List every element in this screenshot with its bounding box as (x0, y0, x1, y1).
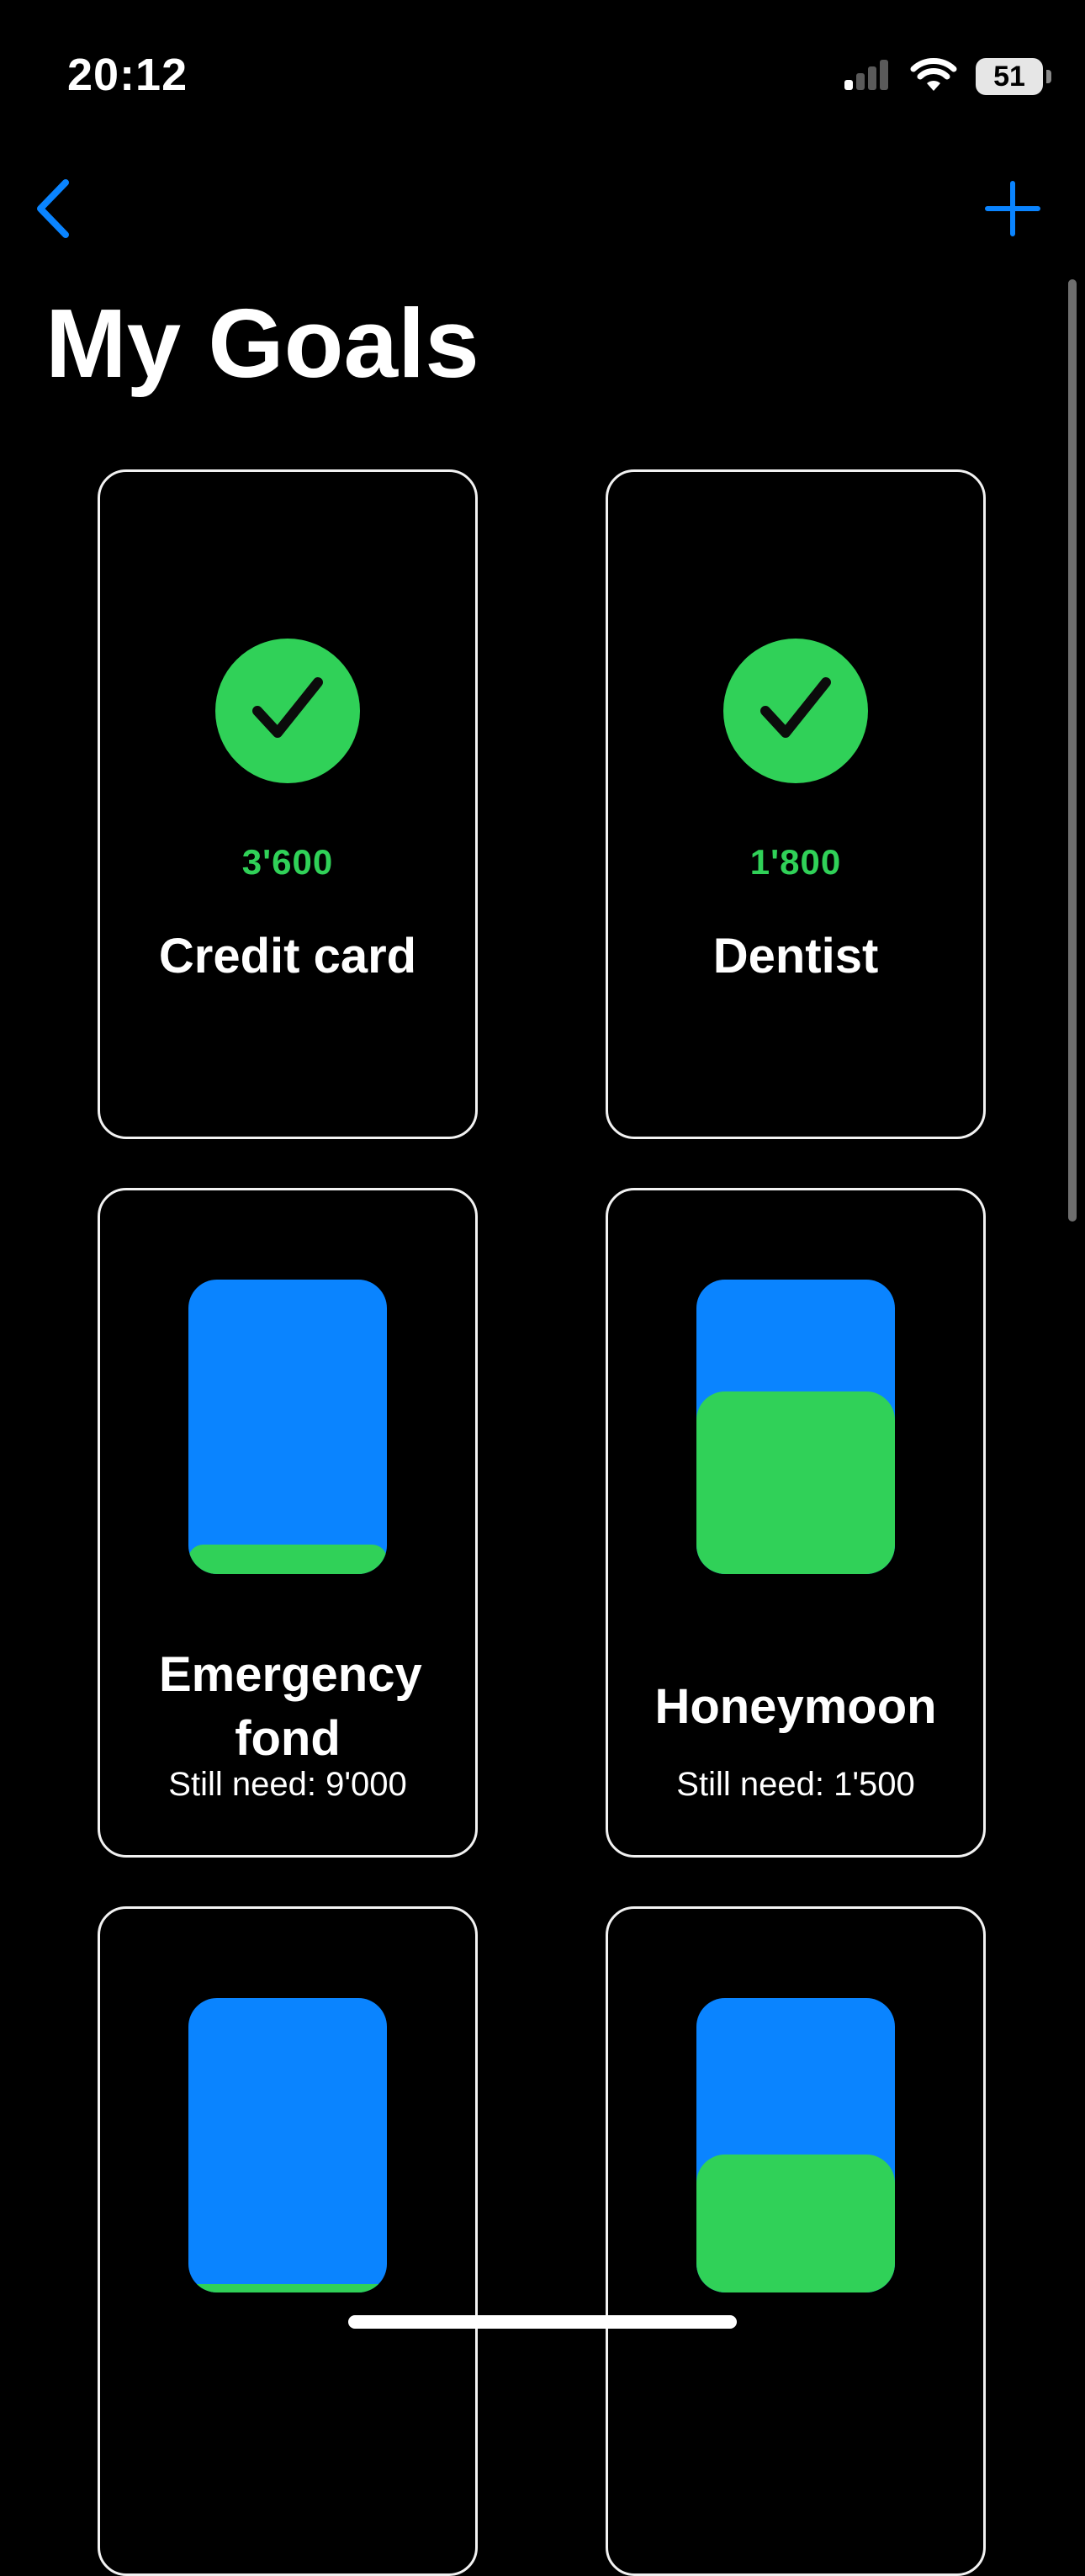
goal-name: Emergency fond (159, 1647, 422, 1766)
progress-jar (188, 1998, 387, 2292)
home-indicator[interactable] (348, 2315, 737, 2329)
goals-grid: 3'600 Credit card 1'800 Dentist Emergenc… (0, 0, 1085, 2576)
progress-fill (188, 2283, 387, 2292)
progress-jar (696, 1998, 895, 2292)
completed-check-badge (215, 639, 360, 783)
progress-fill (188, 1545, 387, 1574)
goal-card-honeymoon[interactable]: Honeymoon Still need: 1'500 (606, 1188, 986, 1858)
goal-name: Dentist (712, 929, 879, 983)
goal-name: Honeymoon (654, 1679, 937, 1734)
still-need-text: Still need: 1'500 (676, 1766, 915, 1803)
progress-jar (696, 1280, 895, 1574)
progress-jar (188, 1280, 387, 1574)
progress-fill (696, 1391, 895, 1574)
goal-name: Credit card (158, 929, 417, 983)
goal-card-credit-card[interactable]: 3'600 Credit card (98, 469, 478, 1139)
goal-card-emergency-fond[interactable]: Emergency fond Still need: 9'000 (98, 1188, 478, 1858)
goal-amount: 1'800 (749, 842, 842, 882)
goal-card[interactable] (98, 1906, 478, 2576)
checkmark-icon (249, 676, 326, 747)
still-need-text: Still need: 9'000 (168, 1766, 407, 1803)
progress-fill (696, 2154, 895, 2292)
goal-card[interactable] (606, 1906, 986, 2576)
completed-check-badge (723, 639, 868, 783)
goal-card-dentist[interactable]: 1'800 Dentist (606, 469, 986, 1139)
checkmark-icon (757, 676, 834, 747)
goal-amount: 3'600 (241, 842, 334, 882)
